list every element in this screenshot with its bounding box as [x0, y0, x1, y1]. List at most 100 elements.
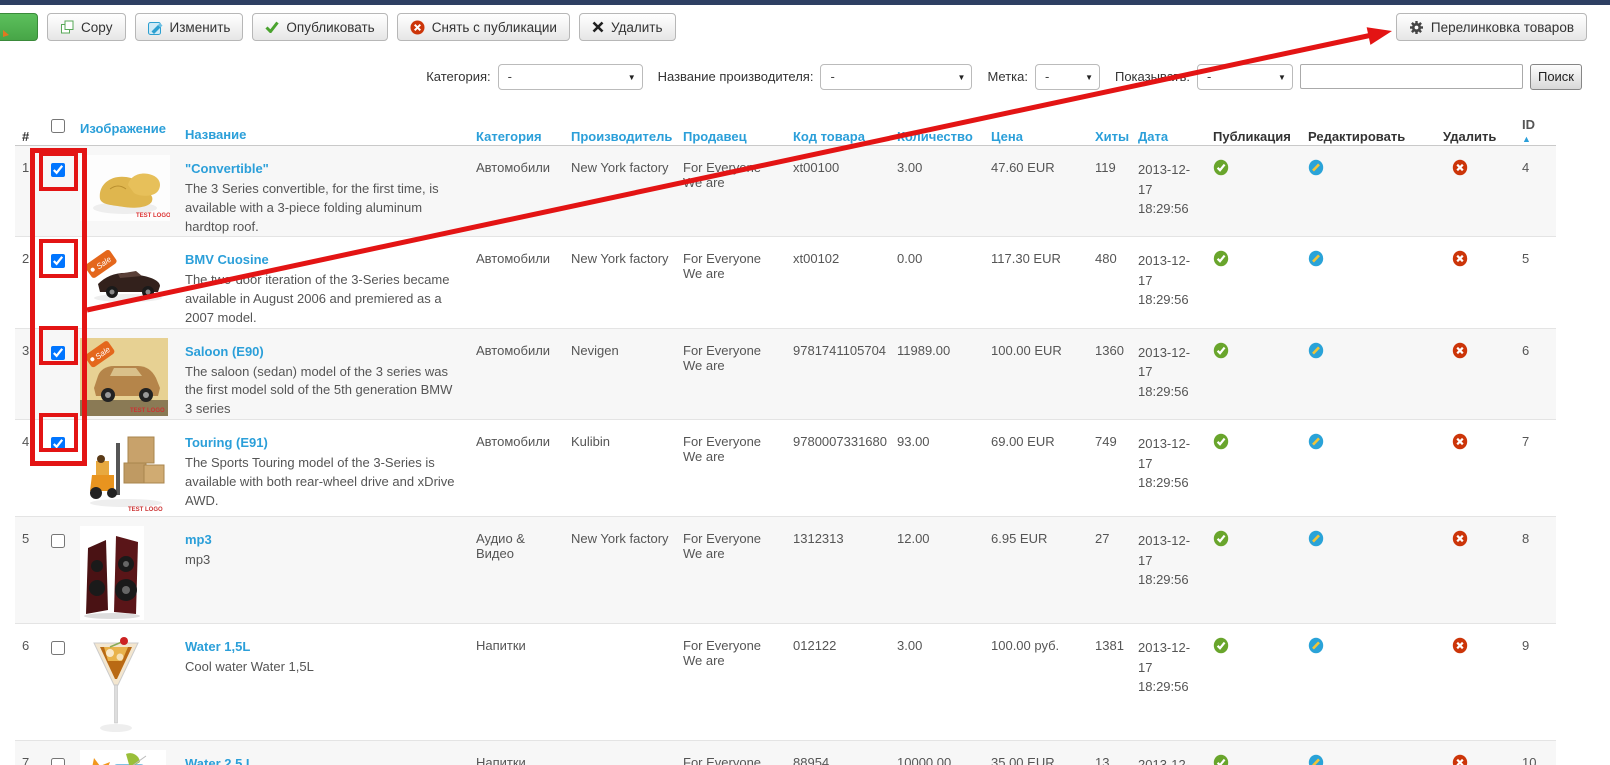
- product-name-link[interactable]: Water 1,5L: [185, 638, 250, 657]
- show-filter-value: -: [1207, 69, 1211, 84]
- show-filter-select[interactable]: - ▼: [1197, 64, 1293, 90]
- column-header-qty[interactable]: Количество: [897, 115, 991, 145]
- table-row: 4 TEST LOGO Touring (E91) The Sports Tou…: [15, 420, 1556, 517]
- column-header-category[interactable]: Категория: [476, 115, 571, 145]
- delete-x-icon[interactable]: [1452, 250, 1468, 270]
- chevron-down-icon: ▼: [1085, 73, 1093, 82]
- publish-button[interactable]: Опубликовать: [252, 13, 387, 41]
- column-header-code[interactable]: Код товара: [793, 115, 897, 145]
- column-header-num: #: [15, 115, 43, 145]
- product-manufacturer: [571, 624, 683, 740]
- column-header-image[interactable]: Изображение: [80, 112, 185, 145]
- product-manufacturer: Kulibin: [571, 420, 683, 516]
- column-header-date[interactable]: Дата: [1138, 115, 1210, 145]
- copy-button[interactable]: Copy: [47, 13, 126, 41]
- row-checkbox[interactable]: [51, 254, 65, 268]
- column-header-price[interactable]: Цена: [991, 115, 1095, 145]
- table-row: 3 SaleTEST LOGO Saloon (E90) The saloon …: [15, 329, 1556, 420]
- product-id: 9: [1510, 624, 1556, 740]
- product-hits: 1360: [1095, 329, 1138, 419]
- row-checkbox[interactable]: [51, 163, 65, 177]
- product-price: 35.00 EUR: [991, 741, 1095, 765]
- product-name-link[interactable]: Saloon (E90): [185, 343, 264, 362]
- publish-button-label: Опубликовать: [286, 20, 374, 35]
- delete-button[interactable]: Удалить: [579, 13, 676, 41]
- edit-button[interactable]: Изменить: [135, 13, 244, 41]
- delete-x-icon[interactable]: [1452, 637, 1468, 657]
- column-header-hits[interactable]: Хиты: [1095, 115, 1138, 145]
- show-filter-label: Показывать:: [1115, 69, 1190, 84]
- product-id: 7: [1510, 420, 1556, 516]
- product-date: 2013-12-17 18:29:56: [1138, 434, 1196, 493]
- product-code: 9781741105704: [793, 329, 897, 419]
- delete-x-icon[interactable]: [1452, 754, 1468, 765]
- publish-status-icon[interactable]: [1213, 637, 1229, 657]
- row-checkbox[interactable]: [51, 534, 65, 548]
- product-category: Автомобили: [476, 237, 571, 327]
- svg-text:TEST LOGO: TEST LOGO: [130, 408, 165, 414]
- edit-pencil-icon[interactable]: [1308, 342, 1324, 362]
- column-header-seller[interactable]: Продавец: [683, 115, 793, 145]
- search-button[interactable]: Поиск: [1530, 64, 1582, 90]
- delete-x-icon[interactable]: [1452, 433, 1468, 453]
- row-checkbox[interactable]: [51, 437, 65, 451]
- column-header-id[interactable]: ID ▲: [1510, 117, 1556, 145]
- publish-status-icon[interactable]: [1213, 342, 1229, 362]
- unpublish-button[interactable]: Снять с публикации: [397, 13, 570, 41]
- select-all-checkbox[interactable]: [51, 119, 65, 133]
- column-header-manufacturer[interactable]: Производитель: [571, 115, 683, 145]
- publish-status-icon[interactable]: [1213, 433, 1229, 453]
- edit-pencil-icon[interactable]: [1308, 250, 1324, 270]
- edit-pencil-icon[interactable]: [1308, 530, 1324, 550]
- products-table: # Изображение Название Категория Произво…: [15, 100, 1556, 765]
- edit-pencil-icon[interactable]: [1308, 637, 1324, 657]
- edit-pencil-icon[interactable]: [1308, 754, 1324, 765]
- product-price: 47.60 EUR: [991, 146, 1095, 236]
- relink-products-button[interactable]: Перелинковка товаров: [1396, 13, 1587, 41]
- new-product-button[interactable]: [0, 13, 38, 41]
- product-code: 88954: [793, 741, 897, 765]
- delete-button-label: Удалить: [611, 20, 663, 35]
- sort-ascending-icon[interactable]: ▲: [1522, 134, 1556, 145]
- svg-text:TEST LOGO: TEST LOGO: [136, 213, 170, 219]
- delete-x-icon[interactable]: [1452, 159, 1468, 179]
- product-name-link[interactable]: mp3: [185, 531, 212, 550]
- row-checkbox[interactable]: [51, 758, 65, 765]
- row-checkbox[interactable]: [51, 346, 65, 360]
- chevron-down-icon: ▼: [628, 73, 636, 82]
- category-filter-select[interactable]: - ▼: [498, 64, 643, 90]
- product-name-link[interactable]: BMV Cuosine: [185, 251, 269, 270]
- edit-button-label: Изменить: [170, 20, 231, 35]
- row-number: 7: [15, 741, 43, 765]
- column-header-name[interactable]: Название: [185, 112, 476, 145]
- manufacturer-filter-select[interactable]: - ▼: [820, 64, 972, 90]
- row-checkbox[interactable]: [51, 641, 65, 655]
- row-number: 1: [15, 146, 43, 236]
- manufacturer-filter-label: Название производителя:: [658, 69, 814, 84]
- publish-status-icon[interactable]: [1213, 250, 1229, 270]
- publish-status-icon[interactable]: [1213, 754, 1229, 765]
- delete-x-icon[interactable]: [1452, 342, 1468, 362]
- blue-drink-thumbnail: New!: [80, 750, 166, 765]
- label-filter-label: Метка:: [987, 69, 1028, 84]
- product-name-link[interactable]: Touring (E91): [185, 434, 268, 453]
- product-category: Автомобили: [476, 420, 571, 516]
- product-name-link[interactable]: Water 2,5 L: [185, 755, 254, 765]
- search-input[interactable]: [1300, 64, 1523, 89]
- product-seller: For Everyone We are: [683, 517, 793, 623]
- chevron-down-icon: ▼: [1278, 73, 1286, 82]
- product-description: mp3: [185, 551, 458, 570]
- edit-pencil-icon[interactable]: [1308, 159, 1324, 179]
- product-name-link[interactable]: "Convertible": [185, 160, 269, 179]
- product-date: 2013-12-17 18:29:56: [1138, 531, 1196, 590]
- delete-x-icon[interactable]: [1452, 530, 1468, 550]
- publish-status-icon[interactable]: [1213, 530, 1229, 550]
- label-filter-select[interactable]: - ▼: [1035, 64, 1100, 90]
- table-row: 2 Sale BMV Cuosine The two-door iteratio…: [15, 237, 1556, 328]
- edit-pencil-icon[interactable]: [1308, 433, 1324, 453]
- table-row: 7 New! Water 2,5 L Напитки For Everyone …: [15, 741, 1556, 765]
- product-category: Автомобили: [476, 146, 571, 236]
- publish-status-icon[interactable]: [1213, 159, 1229, 179]
- product-category: Напитки: [476, 624, 571, 740]
- product-seller: For Everyone We are: [683, 146, 793, 236]
